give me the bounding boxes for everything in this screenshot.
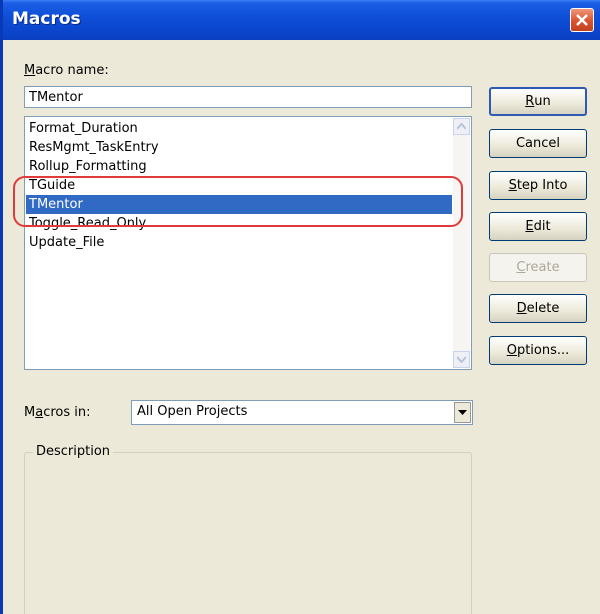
- step-into-accesskey: S: [508, 178, 517, 193]
- list-item[interactable]: Rollup_Formatting: [26, 157, 452, 176]
- options-accesskey: O: [506, 343, 517, 358]
- create-label-rest: reate: [525, 260, 560, 275]
- macros-in-label: Macros in:: [24, 405, 90, 420]
- chevron-down-icon: [457, 356, 466, 363]
- list-item[interactable]: ResMgmt_TaskEntry: [26, 138, 452, 157]
- macros-in-select[interactable]: All Open Projects: [131, 400, 473, 425]
- highlight-annotation: [13, 176, 463, 227]
- close-button[interactable]: [570, 8, 594, 32]
- window-title: Macros: [12, 9, 81, 29]
- edit-accesskey: E: [525, 219, 534, 234]
- macro-list[interactable]: Format_Duration ResMgmt_TaskEntry Rollup_F…: [24, 116, 472, 370]
- run-label-rest: un: [534, 94, 551, 109]
- macros-in-dropdown-button[interactable]: [454, 402, 471, 423]
- step-into-label-rest: tep Into: [516, 178, 568, 193]
- scroll-up-button[interactable]: [453, 118, 470, 135]
- run-accesskey: R: [525, 94, 535, 109]
- description-label: Description: [33, 444, 114, 459]
- description-group: [24, 452, 472, 614]
- chevron-up-icon: [457, 123, 466, 130]
- macro-name-label-rest: acro name:: [35, 63, 109, 78]
- scroll-down-button[interactable]: [453, 351, 470, 368]
- scrollbar[interactable]: [453, 118, 470, 368]
- macro-name-input[interactable]: [24, 86, 472, 108]
- create-accesskey: C: [516, 260, 526, 275]
- macro-name-accesskey: M: [24, 63, 36, 78]
- create-button[interactable]: Create: [489, 253, 587, 282]
- edit-button[interactable]: Edit: [489, 212, 587, 241]
- step-into-button[interactable]: Step Into: [489, 171, 587, 200]
- macros-in-value: All Open Projects: [137, 404, 248, 419]
- macros-dialog: Macros Macro name: Format_DurationResMgm…: [0, 0, 600, 614]
- close-icon: [576, 14, 588, 26]
- options-button[interactable]: Options...: [489, 336, 587, 365]
- cancel-button[interactable]: Cancel: [489, 129, 587, 158]
- edit-label-rest: dit: [533, 219, 551, 234]
- dropdown-arrow-icon: [458, 410, 467, 415]
- delete-button[interactable]: Delete: [489, 294, 587, 323]
- run-button[interactable]: Run: [489, 87, 587, 116]
- macros-in-label-start: M: [24, 405, 36, 420]
- title-bar[interactable]: Macros: [3, 0, 600, 40]
- cancel-label: Cancel: [515, 136, 561, 151]
- list-item[interactable]: Format_Duration: [26, 119, 452, 138]
- macros-in-accesskey: a: [35, 405, 44, 420]
- list-item[interactable]: Update_File: [26, 233, 452, 252]
- delete-accesskey: D: [516, 301, 527, 316]
- delete-label-rest: elete: [526, 301, 560, 316]
- options-label-rest: ptions...: [516, 343, 570, 358]
- macros-in-label-rest: cros in:: [43, 405, 91, 420]
- macro-name-label: Macro name:: [24, 63, 109, 78]
